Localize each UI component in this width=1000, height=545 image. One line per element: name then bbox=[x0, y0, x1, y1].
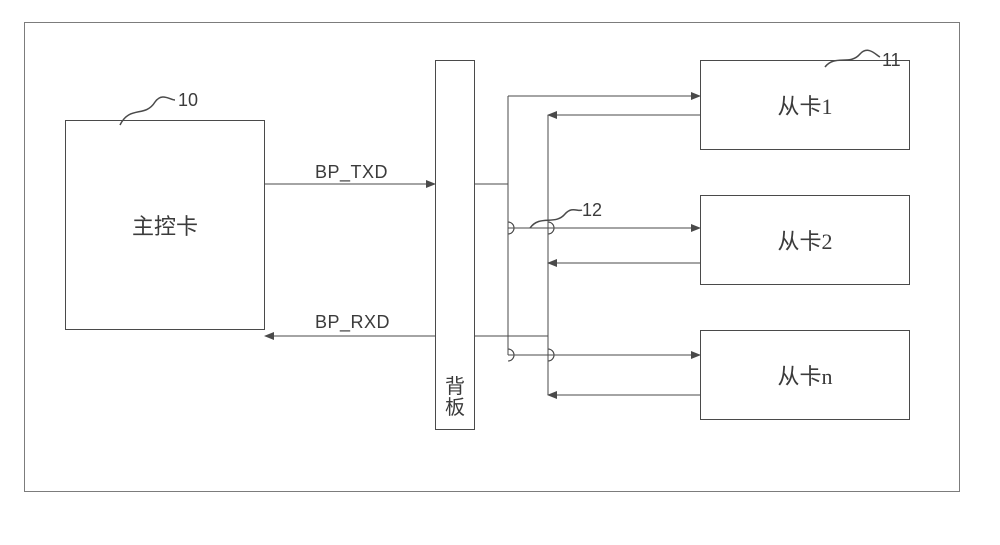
backplane-label: 背 板 bbox=[445, 377, 465, 419]
slave-card-2-label: 从卡2 bbox=[777, 224, 832, 256]
ref-num-slave1: 11 bbox=[882, 50, 901, 71]
ref-num-backplane: 12 bbox=[582, 200, 602, 221]
rxd-label: BP_RXD bbox=[315, 312, 390, 333]
txd-label: BP_TXD bbox=[315, 162, 388, 183]
backplane-box: 背 板 bbox=[435, 60, 475, 430]
slave-card-2-box: 从卡2 bbox=[700, 195, 910, 285]
backplane-label-line2: 板 bbox=[445, 398, 465, 419]
backplane-label-line1: 背 bbox=[445, 377, 465, 398]
slave-card-n-box: 从卡n bbox=[700, 330, 910, 420]
master-card-box: 主控卡 bbox=[65, 120, 265, 330]
ref-num-master: 10 bbox=[178, 90, 198, 111]
slave-card-1-box: 从卡1 bbox=[700, 60, 910, 150]
slave-card-1-label: 从卡1 bbox=[777, 89, 832, 121]
master-card-label: 主控卡 bbox=[132, 209, 198, 241]
slave-card-n-label: 从卡n bbox=[777, 359, 832, 391]
